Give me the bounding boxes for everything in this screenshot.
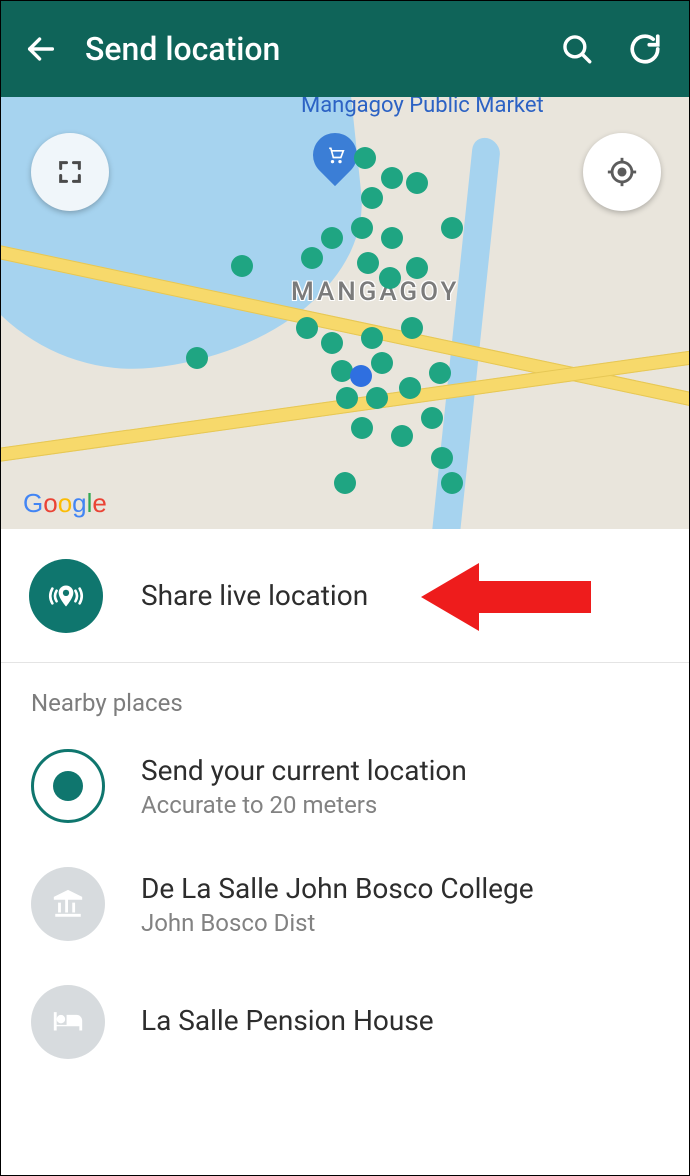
back-button[interactable] [17, 25, 65, 73]
fullscreen-icon [56, 158, 84, 186]
current-location-icon [31, 749, 105, 823]
google-watermark: Google [23, 488, 107, 519]
place-subtitle: John Bosco Dist [141, 909, 534, 937]
refresh-button[interactable] [617, 21, 673, 77]
annotation-arrow-icon [421, 557, 591, 637]
building-icon [31, 867, 105, 941]
crosshair-icon [605, 155, 639, 189]
app-header: Send location [1, 1, 689, 97]
map-river [429, 135, 501, 529]
nearby-place-item[interactable]: De La Salle John Bosco College John Bosc… [1, 845, 689, 963]
bed-icon [31, 985, 105, 1059]
map-area[interactable]: Mangagoy Public Market MANGAGOY [1, 97, 689, 529]
map-poi-label: Mangagoy Public Market [301, 97, 544, 118]
share-live-location-button[interactable]: Share live location [1, 529, 689, 663]
share-live-label: Share live location [141, 579, 368, 612]
page-title: Send location [85, 30, 537, 68]
live-location-icon [29, 559, 103, 633]
store-marker-icon [313, 133, 357, 177]
fullscreen-button[interactable] [31, 133, 109, 211]
nearby-place-item[interactable]: La Salle Pension House [1, 963, 689, 1081]
map-city-label: MANGAGOY [291, 277, 459, 307]
current-location-accuracy: Accurate to 20 meters [141, 791, 467, 819]
place-name: De La Salle John Bosco College [141, 872, 534, 905]
current-location-title: Send your current location [141, 754, 467, 787]
user-location-dot [350, 365, 372, 387]
search-icon [560, 32, 594, 66]
locate-me-button[interactable] [583, 133, 661, 211]
search-button[interactable] [549, 21, 605, 77]
live-pin-icon [45, 575, 87, 617]
arrow-left-icon [24, 32, 58, 66]
send-current-location-button[interactable]: Send your current location Accurate to 2… [1, 727, 689, 845]
nearby-places-heading: Nearby places [1, 663, 689, 727]
refresh-icon [628, 32, 662, 66]
place-name: La Salle Pension House [141, 1004, 434, 1037]
